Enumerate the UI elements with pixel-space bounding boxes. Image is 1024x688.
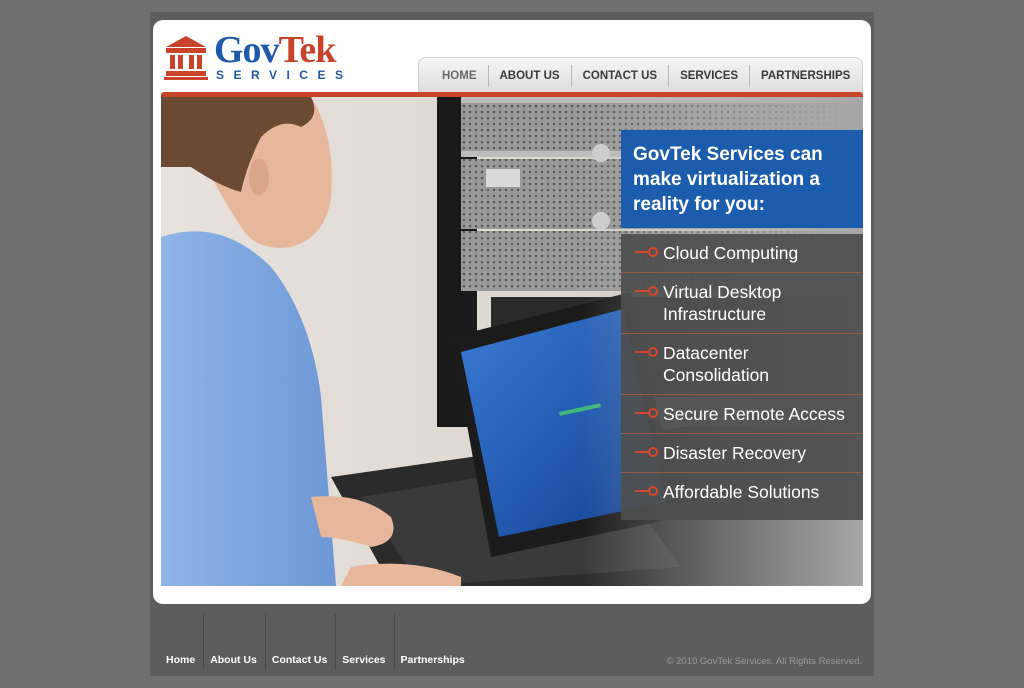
service-label: Virtual Desktop Infrastructure: [663, 282, 782, 324]
services-list: Cloud Computing Virtual Desktop Infrastr…: [621, 234, 863, 520]
service-label: Datacenter Consolidation: [663, 343, 770, 385]
logo[interactable]: GovTek SERVICES: [164, 29, 364, 86]
main-nav: HOME ABOUT US CONTACT US SERVICES PARTNE…: [418, 57, 863, 93]
service-label: Disaster Recovery: [663, 443, 806, 463]
capitol-building-icon: [164, 36, 208, 80]
nav-home[interactable]: HOME: [431, 64, 489, 87]
footer-link-about-us[interactable]: About Us: [204, 614, 266, 670]
service-label: Affordable Solutions: [663, 482, 820, 502]
footer-link-partnerships[interactable]: Partnerships: [395, 614, 473, 670]
nav-about-us[interactable]: ABOUT US: [489, 64, 572, 87]
footer-link-contact-us[interactable]: Contact Us: [266, 614, 337, 670]
service-label: Cloud Computing: [663, 243, 799, 263]
nav-services[interactable]: SERVICES: [669, 64, 751, 87]
arrow-bullet-icon: [635, 347, 658, 357]
logo-wordmark: GovTek: [214, 29, 336, 71]
arrow-bullet-icon: [635, 447, 658, 457]
footer-nav: Home About Us Contact Us Services Partne…: [160, 614, 473, 670]
hero-headline: GovTek Services can make virtualization …: [621, 130, 863, 228]
arrow-bullet-icon: [635, 247, 658, 257]
arrow-bullet-icon: [635, 486, 658, 496]
service-label: Secure Remote Access: [663, 404, 845, 424]
footer: Home About Us Contact Us Services Partne…: [150, 604, 874, 676]
footer-link-home[interactable]: Home: [160, 614, 205, 670]
service-virtual-desktop[interactable]: Virtual Desktop Infrastructure: [621, 273, 863, 334]
nav-contact-us[interactable]: CONTACT US: [572, 64, 670, 87]
service-cloud-computing[interactable]: Cloud Computing: [621, 234, 863, 273]
service-secure-remote-access[interactable]: Secure Remote Access: [621, 395, 863, 434]
nav-partnerships[interactable]: PARTNERSHIPS: [750, 65, 861, 87]
service-affordable-solutions[interactable]: Affordable Solutions: [621, 473, 863, 511]
arrow-bullet-icon: [635, 408, 658, 418]
service-datacenter-consolidation[interactable]: Datacenter Consolidation: [621, 334, 863, 395]
service-disaster-recovery[interactable]: Disaster Recovery: [621, 434, 863, 473]
arrow-bullet-icon: [635, 286, 658, 296]
footer-link-services[interactable]: Services: [336, 614, 395, 670]
logo-subtitle: SERVICES: [216, 68, 353, 82]
copyright-text: © 2010 GovTek Services. All Rights Reser…: [666, 656, 862, 667]
